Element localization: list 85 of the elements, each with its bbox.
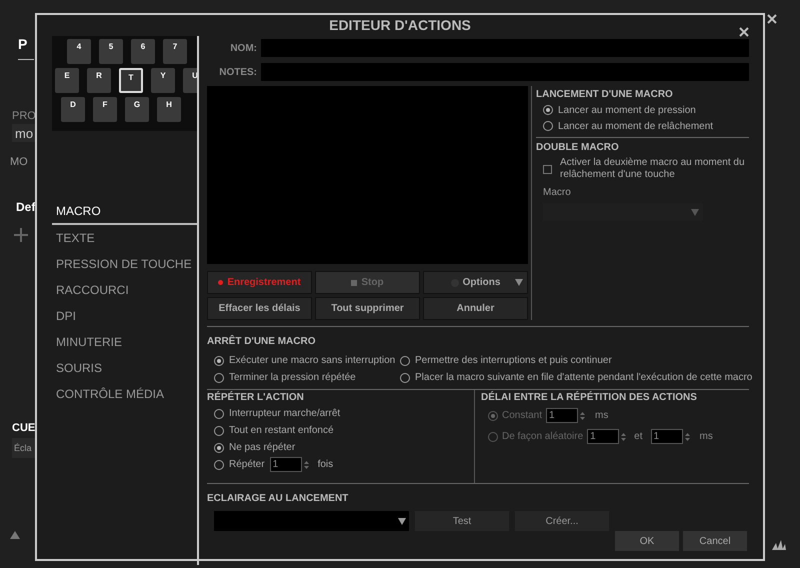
radio-button[interactable] [543, 105, 553, 115]
close-icon[interactable] [767, 14, 777, 24]
joiner-label: et [634, 430, 643, 444]
keyboard-key[interactable]: E [55, 68, 79, 93]
keyboard-key[interactable]: U [183, 68, 197, 93]
option-label: De façon aléatoire [502, 430, 584, 444]
lighting-button[interactable]: Créer... [515, 511, 609, 531]
radio-button[interactable] [214, 372, 224, 382]
text-field[interactable] [261, 39, 749, 57]
keyboard-key[interactable]: 4 [67, 39, 91, 64]
keyboard-key[interactable]: 5 [99, 39, 123, 64]
section-label: MO [10, 155, 28, 170]
keyboard-key[interactable]: 6 [131, 39, 155, 64]
number-field[interactable]: 1 [270, 457, 302, 472]
unit-label: fois [318, 458, 334, 472]
section-title: RÉPÉTER L'ACTION [207, 390, 305, 405]
action-type-item[interactable]: MINUTERIE [52, 329, 197, 355]
section-label: PRO [12, 109, 36, 124]
option-label: Terminer la pression répétée [229, 371, 356, 385]
option-label: Tout en restant enfoncé [229, 424, 334, 438]
radio-button[interactable] [543, 121, 553, 131]
caret-icon [398, 518, 406, 524]
action-type-item[interactable]: CONTRÔLE MÉDIA [52, 381, 197, 407]
unit-label: ms [595, 409, 608, 423]
caret-icon [515, 279, 523, 286]
radio-button[interactable] [214, 426, 224, 436]
footer-button[interactable]: Cancel [683, 531, 747, 551]
radio-button[interactable] [400, 372, 410, 382]
unit-label: ms [700, 430, 713, 444]
keyboard-key[interactable]: F [93, 97, 117, 122]
section-title: DOUBLE MACRO [536, 141, 620, 155]
radio-button[interactable] [400, 356, 410, 366]
action-type-item[interactable]: SOURIS [52, 355, 197, 381]
section-label: CUE [12, 421, 36, 436]
close-icon[interactable] [739, 27, 749, 37]
field-label: Macro [542, 186, 572, 200]
option-label: Exécuter une macro sans interruption [229, 354, 396, 368]
dialog-title: EDITEUR D'ACTIONS [329, 16, 471, 35]
stop-icon [351, 280, 358, 286]
up-arrow-icon [10, 531, 20, 539]
section-title: ARRÊT D'UNE MACRO [207, 336, 316, 347]
action-type-item[interactable]: MACRO [52, 199, 197, 225]
action-button[interactable]: Annuler [423, 297, 528, 320]
keyboard-key[interactable]: Y [151, 68, 175, 93]
keyboard-key[interactable]: T [119, 68, 143, 93]
action-type-item[interactable]: TEXTE [52, 225, 197, 251]
options-button[interactable]: Options [423, 271, 528, 294]
section-title: DÉLAI ENTRE LA RÉPÉTITION DES ACTIONS [481, 390, 698, 405]
sail-logo-icon [772, 540, 786, 550]
checkbox[interactable] [543, 164, 552, 174]
keyboard-key[interactable]: 7 [163, 39, 187, 64]
radio-button[interactable] [214, 442, 224, 452]
checkbox-label: Activer la deuxième macro au moment du relâchement d'une touche [560, 157, 746, 181]
action-type-item[interactable]: RACCOURCI [52, 277, 197, 303]
mode-tab[interactable]: Def [16, 198, 36, 216]
record-icon [218, 280, 224, 285]
radio-button[interactable] [214, 408, 224, 418]
footer-button[interactable]: OK [615, 531, 679, 551]
radio-button[interactable] [214, 460, 224, 470]
action-type-item[interactable]: DPI [52, 303, 197, 329]
option-label: Ne pas répéter [229, 441, 296, 455]
option-label: Lancer au moment de pression [558, 104, 696, 118]
text-field[interactable] [261, 63, 749, 81]
section-title: ECLAIRAGE AU LANCEMENT [207, 493, 348, 504]
option-label: Répéter [229, 458, 265, 472]
caret-icon [691, 208, 699, 216]
option-label: Permettre des interruptions et puis continuer [415, 354, 612, 368]
option-label: Interrupteur marche/arrêt [229, 407, 340, 421]
keyboard-key[interactable]: G [125, 97, 149, 122]
plus-icon [14, 228, 28, 242]
section-title: LANCEMENT D'UNE MACRO [536, 88, 674, 102]
action-button[interactable]: Tout supprimer [315, 297, 420, 320]
keyboard-key[interactable]: H [157, 97, 181, 122]
lighting-button[interactable]: Test [415, 511, 509, 531]
keyboard-key[interactable]: D [61, 97, 85, 122]
option-label: Constant [502, 409, 542, 423]
field-label: NOTES: [218, 66, 257, 80]
option-label: Lancer au moment de relâchement [558, 120, 714, 134]
action-button[interactable]: Effacer les délais [207, 297, 312, 320]
tab-label[interactable]: P [18, 34, 34, 60]
keyboard-key[interactable]: R [87, 68, 111, 93]
action-type-item[interactable]: PRESSION DE TOUCHE [52, 251, 197, 277]
option-label: Placer la macro suivante en file d'attente pendant l'exécution de cette macro [415, 371, 752, 385]
radio-button[interactable] [214, 356, 224, 366]
field-label: NOM: [229, 42, 257, 56]
